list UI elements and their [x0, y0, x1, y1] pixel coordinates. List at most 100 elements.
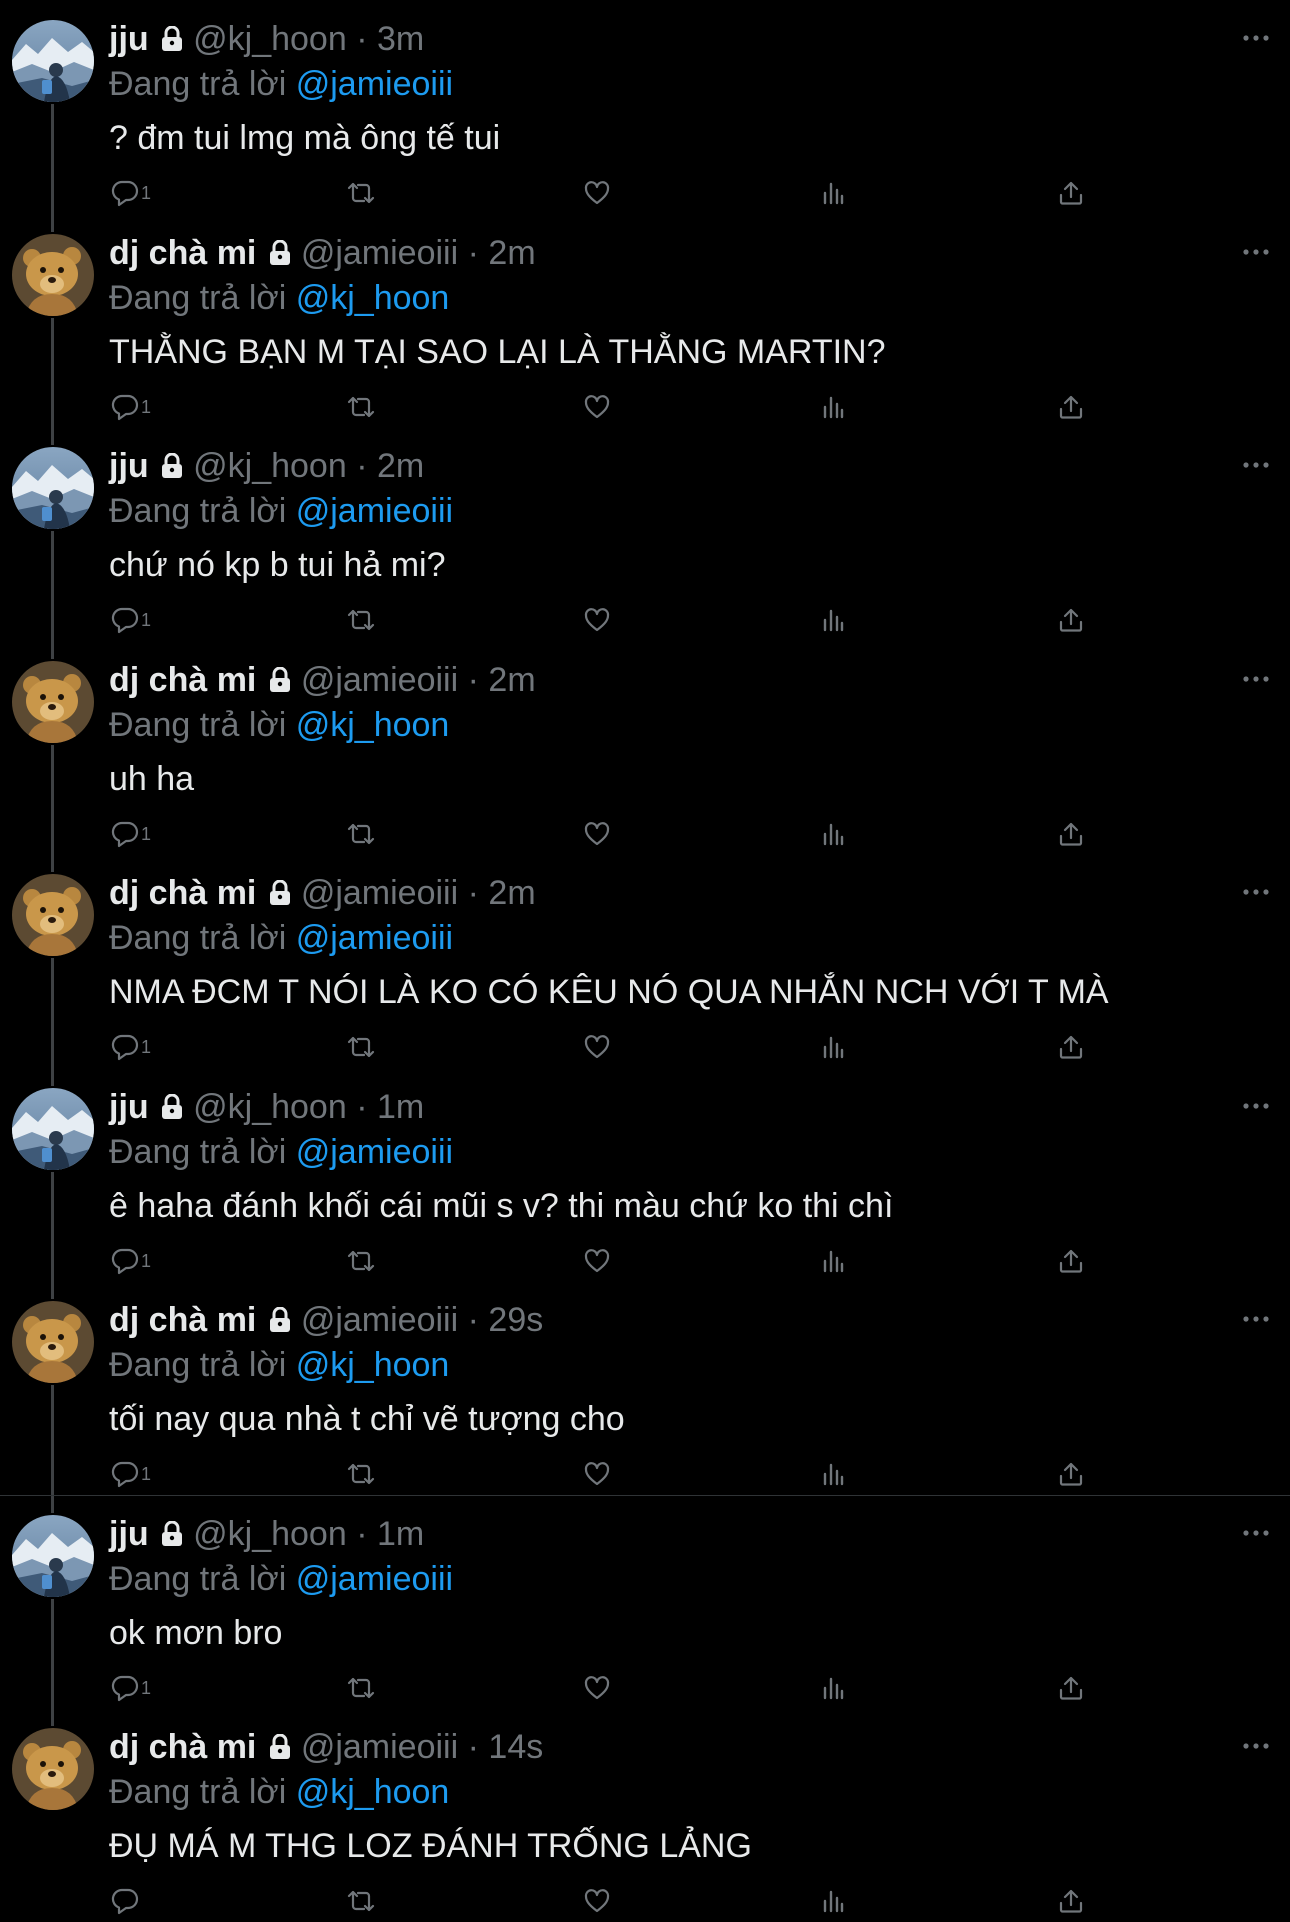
reply-button[interactable]: 1 — [111, 178, 151, 208]
tweet[interactable]: dj chà mi @jamieoiii · 2m Đang trả lời @… — [0, 213, 1290, 427]
tweet[interactable]: jju @kj_hoon · 1m Đang trả lời @jamieoii… — [0, 1494, 1290, 1708]
more-icon[interactable] — [1242, 671, 1270, 682]
share-button[interactable] — [1057, 1246, 1085, 1276]
views-button[interactable] — [821, 605, 845, 635]
more-icon[interactable] — [1242, 1525, 1270, 1536]
like-button[interactable] — [583, 605, 611, 635]
tweet[interactable]: jju @kj_hoon · 3m Đang trả lời @jamieoii… — [0, 0, 1290, 214]
tweet[interactable]: jju @kj_hoon · 2m Đang trả lời @jamieoii… — [0, 427, 1290, 641]
user-handle[interactable]: @kj_hoon — [193, 20, 347, 58]
display-name[interactable]: jju — [109, 447, 149, 485]
share-button[interactable] — [1057, 178, 1085, 208]
like-button[interactable] — [583, 392, 611, 422]
replying-to-handle[interactable]: @kj_hoon — [296, 279, 450, 317]
share-button[interactable] — [1057, 1673, 1085, 1703]
avatar[interactable] — [12, 233, 94, 316]
display-name[interactable]: dj chà mi — [109, 234, 256, 272]
share-button[interactable] — [1057, 392, 1085, 422]
share-button[interactable] — [1057, 1886, 1085, 1916]
user-handle[interactable]: @jamieoiii — [301, 1301, 458, 1339]
share-button[interactable] — [1057, 605, 1085, 635]
display-name[interactable]: dj chà mi — [109, 1301, 256, 1339]
tweet[interactable]: dj chà mi @jamieoiii · 14s Đang trả lời … — [0, 1708, 1290, 1922]
views-button[interactable] — [821, 392, 845, 422]
like-button[interactable] — [583, 1673, 611, 1703]
reply-button[interactable]: 1 — [111, 1459, 151, 1489]
views-button[interactable] — [821, 1459, 845, 1489]
reply-button[interactable]: 1 — [111, 1032, 151, 1062]
user-handle[interactable]: @kj_hoon — [193, 447, 347, 485]
timestamp[interactable]: 2m — [488, 661, 535, 699]
display-name[interactable]: jju — [109, 20, 149, 58]
reply-button[interactable]: 1 — [111, 1673, 151, 1703]
replying-to-handle[interactable]: @jamieoiii — [296, 65, 453, 103]
more-icon[interactable] — [1242, 244, 1270, 255]
retweet-button[interactable] — [345, 1673, 377, 1703]
display-name[interactable]: dj chà mi — [109, 661, 256, 699]
user-handle[interactable]: @jamieoiii — [301, 1728, 458, 1766]
retweet-button[interactable] — [345, 605, 377, 635]
replying-to-handle[interactable]: @jamieoiii — [296, 919, 453, 957]
avatar[interactable] — [12, 1301, 94, 1383]
timestamp[interactable]: 2m — [377, 447, 424, 485]
avatar[interactable] — [12, 20, 94, 102]
tweet[interactable]: dj chà mi @jamieoiii · 2m Đang trả lời @… — [0, 640, 1290, 854]
like-button[interactable] — [583, 819, 611, 849]
more-icon[interactable] — [1242, 30, 1270, 41]
tweet[interactable]: dj chà mi @jamieoiii · 2m Đang trả lời @… — [0, 854, 1290, 1068]
user-handle[interactable]: @jamieoiii — [301, 234, 458, 272]
like-button[interactable] — [583, 1246, 611, 1276]
timestamp[interactable]: 2m — [488, 874, 535, 912]
timestamp[interactable]: 2m — [488, 234, 535, 272]
tweet[interactable]: jju @kj_hoon · 1m Đang trả lời @jamieoii… — [0, 1067, 1290, 1281]
reply-button[interactable]: 1 — [111, 605, 151, 635]
like-button[interactable] — [583, 1459, 611, 1489]
share-button[interactable] — [1057, 819, 1085, 849]
user-handle[interactable]: @kj_hoon — [193, 1515, 347, 1553]
replying-to-handle[interactable]: @jamieoiii — [296, 492, 453, 530]
reply-button[interactable]: 1 — [111, 819, 151, 849]
tweet[interactable]: dj chà mi @jamieoiii · 29s Đang trả lời … — [0, 1281, 1290, 1495]
timestamp[interactable]: 1m — [377, 1088, 424, 1126]
replying-to-handle[interactable]: @kj_hoon — [296, 1346, 450, 1384]
retweet-button[interactable] — [345, 178, 377, 208]
views-button[interactable] — [821, 1246, 845, 1276]
retweet-button[interactable] — [345, 392, 377, 422]
replying-to-handle[interactable]: @jamieoiii — [296, 1560, 453, 1598]
retweet-button[interactable] — [345, 1459, 377, 1489]
more-icon[interactable] — [1242, 884, 1270, 895]
more-icon[interactable] — [1242, 1738, 1270, 1749]
replying-to-handle[interactable]: @jamieoiii — [296, 1133, 453, 1171]
timestamp[interactable]: 29s — [488, 1301, 543, 1339]
display-name[interactable]: jju — [109, 1088, 149, 1126]
avatar[interactable] — [12, 660, 94, 743]
like-button[interactable] — [583, 1886, 611, 1916]
views-button[interactable] — [821, 819, 845, 849]
display-name[interactable]: jju — [109, 1515, 149, 1553]
views-button[interactable] — [821, 1886, 845, 1916]
avatar[interactable] — [12, 447, 94, 529]
timestamp[interactable]: 3m — [377, 20, 424, 58]
display-name[interactable]: dj chà mi — [109, 874, 256, 912]
like-button[interactable] — [583, 1032, 611, 1062]
retweet-button[interactable] — [345, 1032, 377, 1062]
replying-to-handle[interactable]: @kj_hoon — [296, 1773, 450, 1811]
more-icon[interactable] — [1242, 457, 1270, 468]
avatar[interactable] — [12, 1087, 94, 1170]
avatar[interactable] — [12, 1728, 94, 1810]
retweet-button[interactable] — [345, 1246, 377, 1276]
reply-button[interactable] — [111, 1886, 141, 1916]
like-button[interactable] — [583, 178, 611, 208]
more-icon[interactable] — [1242, 1311, 1270, 1322]
reply-button[interactable]: 1 — [111, 1246, 151, 1276]
views-button[interactable] — [821, 1673, 845, 1703]
display-name[interactable]: dj chà mi — [109, 1728, 256, 1766]
share-button[interactable] — [1057, 1459, 1085, 1489]
avatar[interactable] — [12, 1514, 94, 1597]
views-button[interactable] — [821, 1032, 845, 1062]
more-icon[interactable] — [1242, 1098, 1270, 1109]
retweet-button[interactable] — [345, 819, 377, 849]
user-handle[interactable]: @jamieoiii — [301, 874, 458, 912]
reply-button[interactable]: 1 — [111, 392, 151, 422]
avatar[interactable] — [12, 874, 94, 956]
